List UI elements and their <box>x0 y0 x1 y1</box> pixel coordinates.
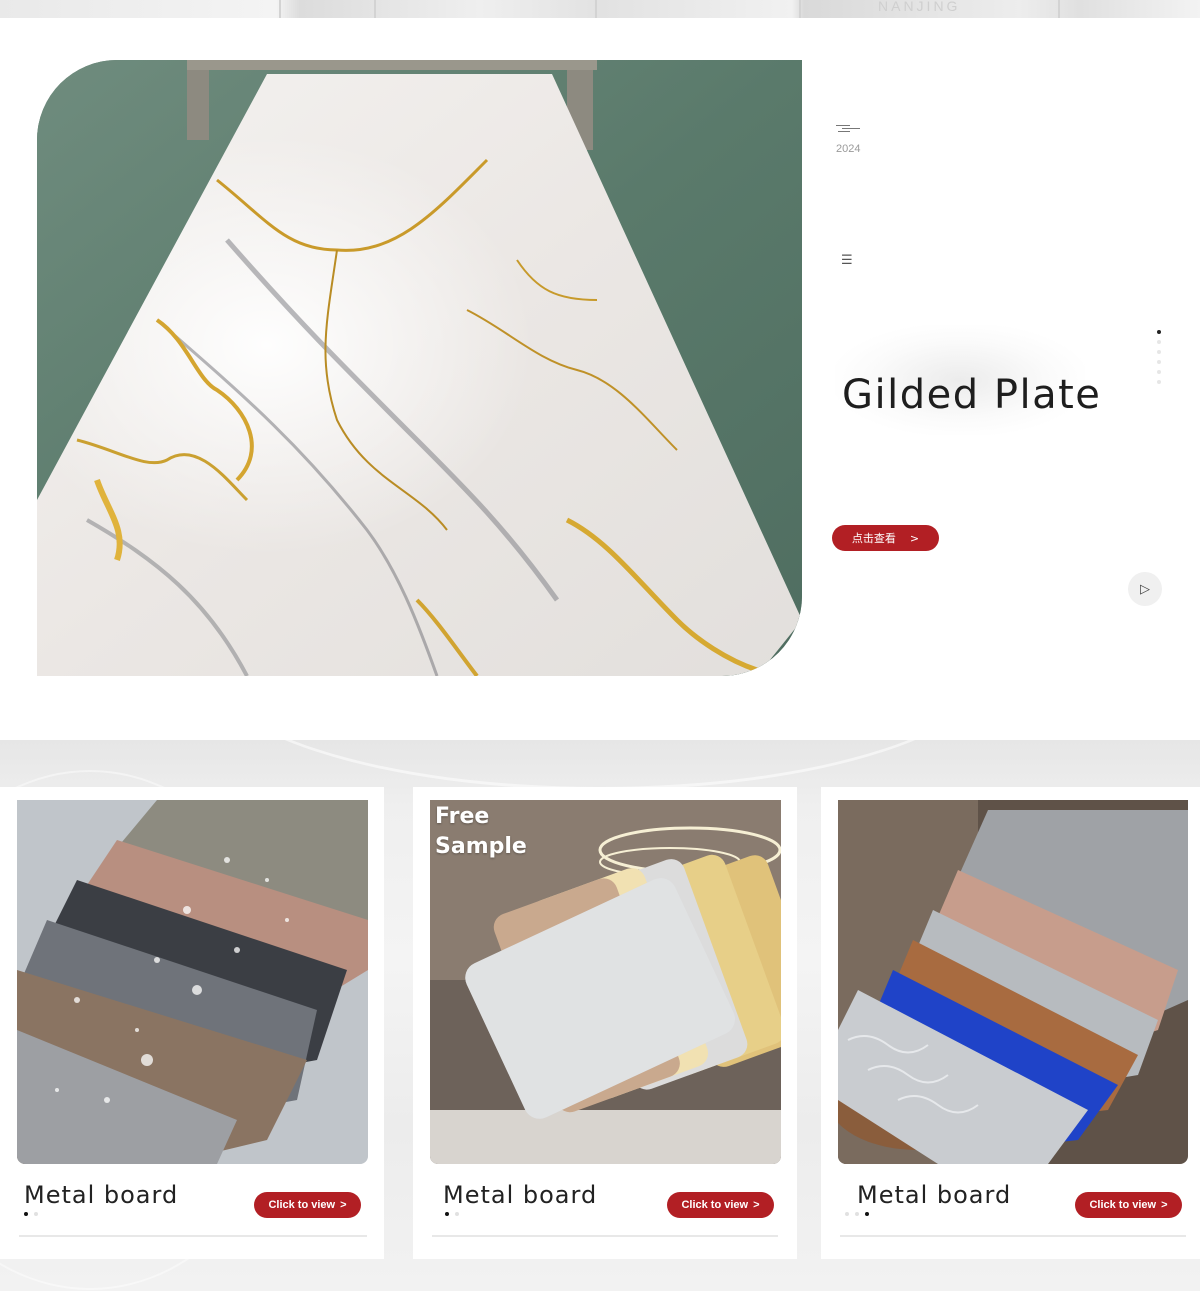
click-to-view-label: Click to view <box>268 1199 336 1211</box>
slide-dot[interactable] <box>1157 350 1161 354</box>
hero-view-button[interactable]: 点击查看 > <box>832 525 939 551</box>
slide-dot[interactable] <box>1157 340 1161 344</box>
slide-dot[interactable] <box>1157 380 1161 384</box>
product-card[interactable]: Free Sample Metal board Click to view > <box>413 787 797 1259</box>
card-divider <box>432 1235 778 1237</box>
hero-gilded-plate-image[interactable] <box>37 60 802 676</box>
card-dot[interactable] <box>855 1212 859 1216</box>
card-divider <box>840 1235 1186 1237</box>
card-title: Metal board <box>443 1181 598 1209</box>
card-title: Metal board <box>857 1181 1012 1209</box>
hero-title: Gilded Plate <box>842 372 1102 418</box>
card-title: Metal board <box>24 1181 179 1209</box>
hero-view-label: 点击查看 <box>851 532 896 545</box>
card-dots <box>845 1212 869 1216</box>
strip-divider <box>1058 0 1060 18</box>
free-sample-line1: Free <box>435 804 490 829</box>
product-card[interactable]: Metal board Click to view > <box>821 787 1200 1259</box>
card-dot-active[interactable] <box>445 1212 449 1216</box>
slide-dot[interactable] <box>1157 360 1161 364</box>
card-divider <box>19 1235 367 1237</box>
top-banner-strip: NANJING <box>0 0 1200 18</box>
year-decoration <box>836 125 860 133</box>
chevron-right-icon: > <box>753 1199 760 1211</box>
card-dot-active[interactable] <box>24 1212 28 1216</box>
card-dot[interactable] <box>34 1212 38 1216</box>
decorative-arc <box>200 740 1000 790</box>
free-sample-line2: Sample <box>435 834 527 859</box>
chevron-right-icon: > <box>1161 1199 1168 1211</box>
card-dot-active[interactable] <box>865 1212 869 1216</box>
slide-dot-active[interactable] <box>1157 330 1161 334</box>
strip-divider <box>279 0 281 18</box>
card-dot[interactable] <box>455 1212 459 1216</box>
play-icon[interactable]: ▷ <box>1128 572 1162 606</box>
click-to-view-button[interactable]: Click to view > <box>1075 1192 1182 1218</box>
product-image-stacked-boards[interactable] <box>838 800 1188 1164</box>
hero-year: 2024 <box>836 143 861 155</box>
strip-divider <box>799 0 801 18</box>
brand-word: NANJING <box>878 0 961 14</box>
card-dots <box>24 1212 38 1216</box>
menu-icon[interactable]: ☰ <box>841 253 853 266</box>
click-to-view-button[interactable]: Click to view > <box>667 1192 774 1218</box>
product-image-free-sample[interactable]: Free Sample <box>430 800 781 1164</box>
slide-dot[interactable] <box>1157 370 1161 374</box>
card-dot[interactable] <box>845 1212 849 1216</box>
strip-divider <box>374 0 376 18</box>
product-card[interactable]: Metal board Click to view > <box>0 787 384 1259</box>
free-sample-badge: Free Sample <box>435 802 527 862</box>
card-dots <box>445 1212 459 1216</box>
click-to-view-label: Click to view <box>1089 1199 1157 1211</box>
product-image-metal-board-drops[interactable] <box>17 800 368 1164</box>
hero-slide-dots <box>1157 330 1163 390</box>
chevron-right-icon: > <box>340 1199 347 1211</box>
chevron-right-icon: > <box>909 531 920 545</box>
click-to-view-button[interactable]: Click to view > <box>254 1192 361 1218</box>
click-to-view-label: Click to view <box>681 1199 749 1211</box>
strip-divider <box>595 0 597 18</box>
